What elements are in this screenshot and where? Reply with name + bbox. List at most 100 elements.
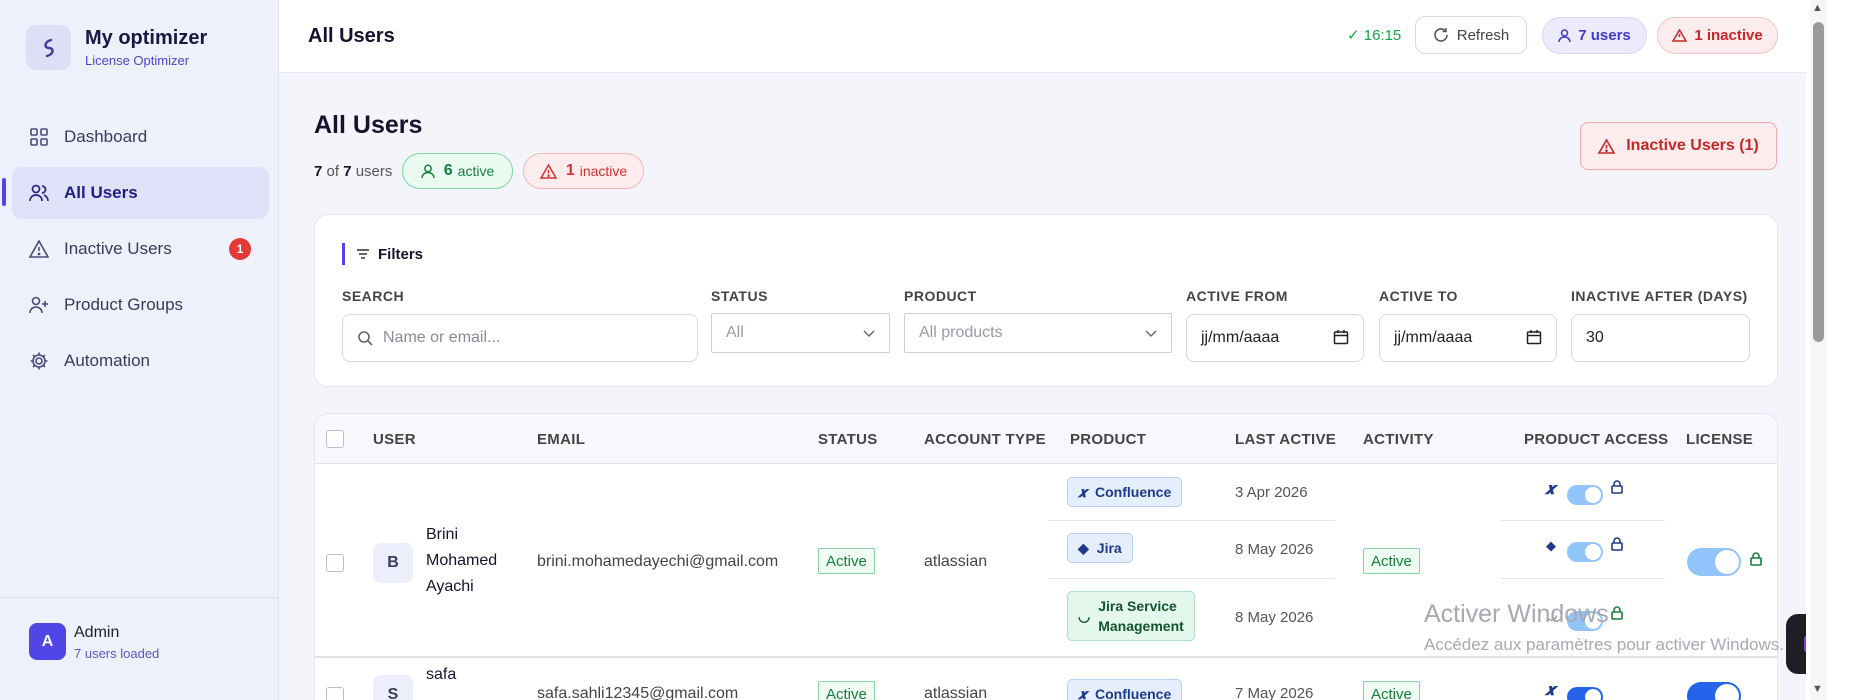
topbar-title: All Users [308,25,395,47]
sidebar-item-label: Product Groups [64,295,184,314]
sidebar-item-automation[interactable]: Automation [12,335,269,387]
status-select[interactable]: All [711,313,890,353]
product-tag-jira-service-management[interactable]: ◡ Jira Service Management [1067,591,1195,641]
inactive-after-label: INACTIVE AFTER (DAYS) [1571,288,1748,304]
status-badge: Active [818,548,875,574]
user-email: safa.sahli12345@gmail.com [537,685,739,700]
search-icon [357,330,373,346]
avatar: S [373,675,413,700]
user-icon [421,164,435,179]
active-to-date-input[interactable]: jj/mm/aaaa [1379,314,1557,362]
users-count-pill[interactable]: 7 users [1542,17,1647,54]
activity-badge: Active [1363,681,1420,700]
last-sync-time: ✓ 16:15 [1347,27,1402,44]
product-access-toggle[interactable] [1567,485,1603,505]
lock-icon [1750,552,1762,571]
column-header-license[interactable]: LICENSE [1686,431,1753,448]
warning-icon [28,238,50,260]
user-email: brini.mohamedayechi@gmail.com [537,553,779,570]
sidebar-item-label: Automation [64,351,150,370]
avatar[interactable]: A [29,623,66,660]
product-tag-jira[interactable]: ◆ Jira [1067,533,1133,563]
refresh-button[interactable]: Refresh [1415,16,1527,54]
lock-icon [1611,537,1623,556]
access-divider [1501,578,1665,579]
last-active-date: 7 May 2026 [1235,685,1314,700]
table-header: USER EMAIL STATUS ACCOUNT TYPE PRODUCT L… [315,414,1777,464]
status-label: STATUS [711,288,768,304]
row-checkbox[interactable] [326,687,344,700]
product-tag-confluence[interactable]: 𝒙 Confluence [1067,679,1183,700]
users-count-label: 7 users [1578,27,1631,44]
confluence-icon: 𝒙 [1078,685,1088,700]
row-checkbox[interactable] [326,554,344,572]
account-type: atlassian [924,685,988,700]
app-subtitle: License Optimizer [85,53,190,68]
column-header-product[interactable]: PRODUCT [1070,431,1146,448]
inactive-after-days-input[interactable]: 30 [1571,314,1750,362]
inactive-after-value: 30 [1586,329,1604,346]
inactive-users-badge: 1 inactive [523,153,644,189]
sidebar: My optimizer License Optimizer Dashboard… [0,0,279,700]
inactive-users-button[interactable]: Inactive Users (1) [1580,122,1777,170]
jira-icon: ◆ [1546,538,1556,553]
inactive-count-pill[interactable]: 1 inactive [1657,17,1778,54]
access-divider [1501,520,1665,521]
sidebar-item-dashboard[interactable]: Dashboard [12,111,269,163]
active-from-date-input[interactable]: jj/mm/aaaa [1186,314,1364,362]
avatar: B [373,543,413,583]
headset-icon: ◡ [1078,608,1091,624]
scrollbar-thumb[interactable] [1813,22,1824,342]
lock-icon [1611,480,1623,499]
sidebar-footer: A Admin 7 users loaded [0,597,279,700]
product-label: PRODUCT [904,288,977,304]
product-select[interactable]: All products [904,313,1172,353]
calendar-icon[interactable] [1333,329,1349,350]
filters-panel: Filters SEARCH Name or email... STATUS A… [314,214,1778,387]
active-from-label: ACTIVE FROM [1186,288,1288,304]
scroll-down-arrow-icon[interactable]: ▼ [1812,683,1823,695]
user-name[interactable]: Brini Mohamed Ayachi [426,522,497,600]
column-header-user[interactable]: USER [373,431,416,448]
license-toggle[interactable] [1687,548,1741,576]
product-tag-confluence[interactable]: 𝒙 Confluence [1067,477,1183,507]
admin-name: Admin [74,624,120,641]
refresh-icon [1433,27,1449,43]
active-from-value: jj/mm/aaaa [1201,329,1280,346]
user-plus-icon [28,294,50,316]
active-nav-indicator [2,178,6,206]
select-all-checkbox[interactable] [326,430,344,448]
column-header-email[interactable]: EMAIL [537,431,585,448]
warning-icon [539,163,557,179]
brand[interactable]: My optimizer License Optimizer [26,25,207,70]
filter-icon [356,248,370,260]
scroll-up-arrow-icon[interactable]: ▲ [1812,2,1823,14]
page-scrollbar[interactable]: ▲ ▼ [1806,0,1869,700]
windows-activation-watermark: Activer Windows [1424,600,1609,628]
product-access-toggle[interactable] [1567,687,1603,700]
windows-activation-hint: Accédez aux paramètres pour activer Wind… [1424,635,1784,654]
search-label: SEARCH [342,288,405,304]
sidebar-item-label: Dashboard [64,127,148,146]
grid-icon [28,126,50,148]
gear-icon [28,350,50,372]
jira-icon: ◆ [1078,539,1089,556]
sidebar-item-product-groups[interactable]: Product Groups [12,279,269,331]
user-name[interactable]: safa [426,662,456,688]
column-header-account-type[interactable]: ACCOUNT TYPE [924,431,1046,448]
calendar-icon[interactable] [1526,329,1542,350]
sidebar-item-all-users[interactable]: All Users [12,167,269,219]
product-access-toggle[interactable] [1567,542,1603,562]
column-header-status[interactable]: STATUS [818,431,878,448]
column-header-activity[interactable]: ACTIVITY [1363,431,1434,448]
warning-icon [1598,138,1616,154]
column-header-last-active[interactable]: LAST ACTIVE [1235,431,1336,448]
product-divider [1048,578,1335,579]
search-input[interactable]: Name or email... [342,314,698,362]
sidebar-item-inactive-users[interactable]: Inactive Users 1 [12,223,269,275]
activity-badge: Active [1363,548,1420,574]
license-toggle[interactable] [1687,682,1741,700]
chevron-down-icon [1145,325,1157,341]
column-header-product-access[interactable]: PRODUCT ACCESS [1524,431,1669,448]
app-name: My optimizer [85,27,208,49]
